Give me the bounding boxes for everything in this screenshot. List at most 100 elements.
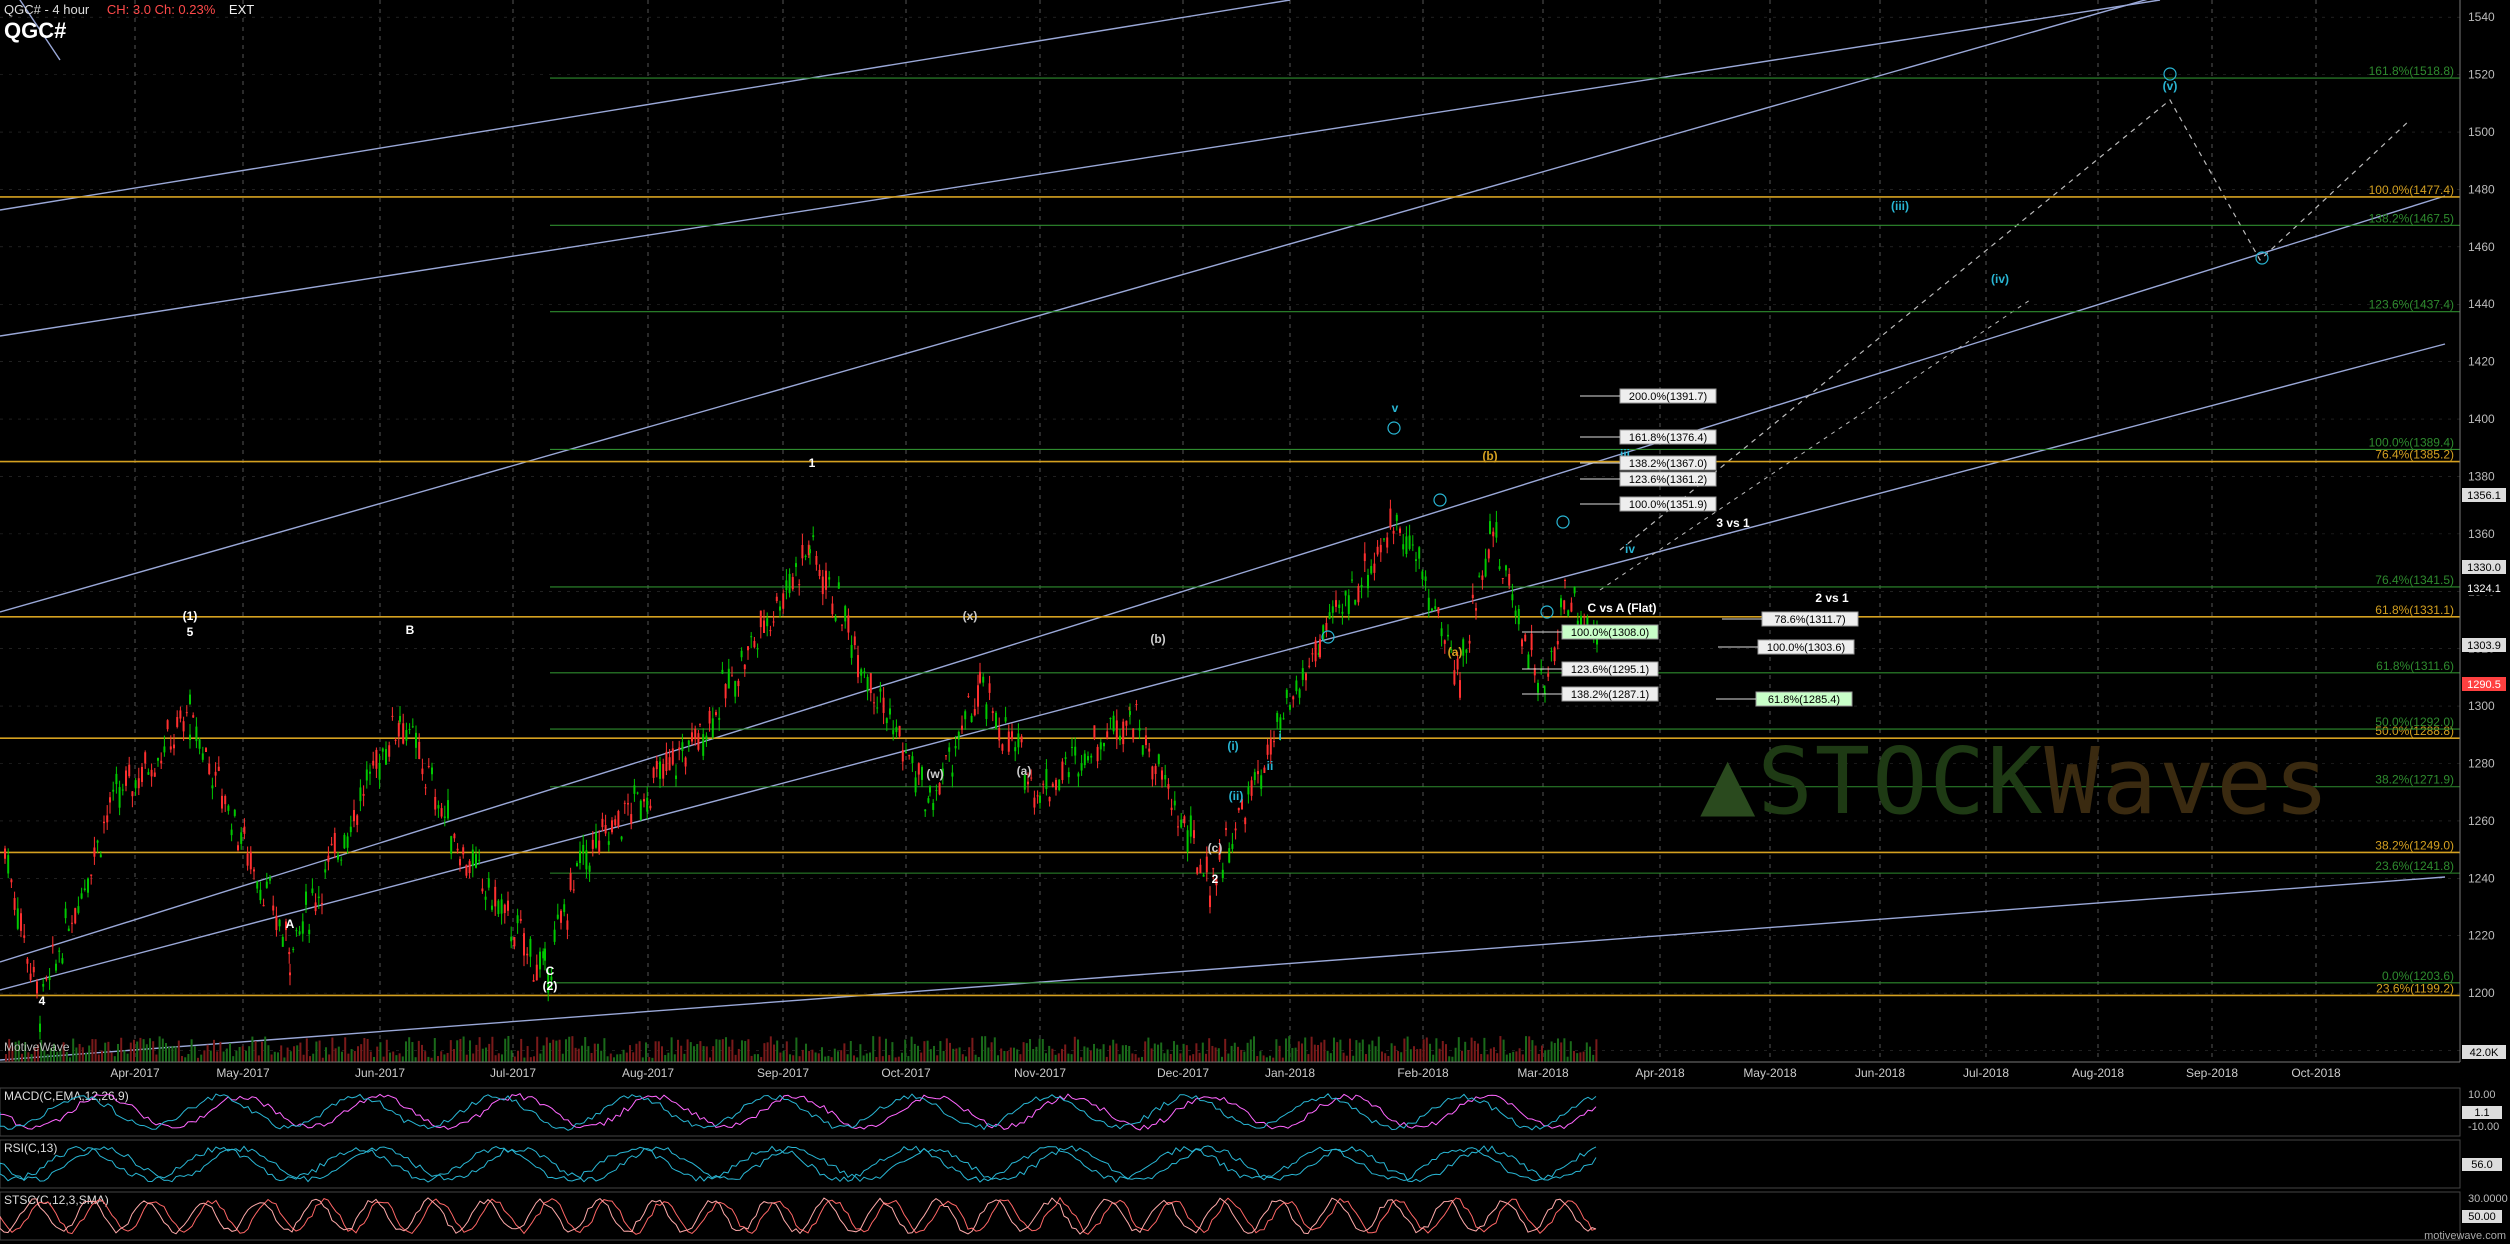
volume-bar [545, 1037, 548, 1062]
candle-body [598, 840, 601, 853]
volume-bar [1422, 1039, 1425, 1062]
volume-bar [939, 1041, 942, 1062]
candle-body [544, 948, 546, 961]
candle-body [526, 953, 529, 956]
volume-bar [289, 1051, 292, 1062]
volume-bar [235, 1050, 238, 1062]
candle-body [198, 739, 201, 749]
volume-bar [926, 1040, 929, 1062]
volume-bar [200, 1054, 203, 1062]
candle-body [1125, 720, 1128, 726]
candle-body [898, 725, 901, 737]
volume-bar [1483, 1037, 1486, 1062]
candle-body [668, 757, 671, 771]
wave-label: (b) [1482, 449, 1497, 463]
volume-bar [830, 1057, 833, 1062]
candle-body [1517, 608, 1520, 625]
candle-body [1462, 639, 1465, 656]
volume-bar [1029, 1039, 1031, 1062]
volume-bar [270, 1054, 273, 1062]
price-tick-label: 1520 [2468, 68, 2495, 82]
candle-body [1395, 514, 1398, 521]
volume-bar [97, 1054, 100, 1062]
candle-body [542, 951, 545, 959]
volume-bar [961, 1054, 964, 1062]
volume-bar [750, 1055, 753, 1062]
volume-bar [1589, 1046, 1591, 1062]
volume-bar [1304, 1037, 1307, 1062]
candle-body [1370, 566, 1373, 574]
volume-bar [344, 1037, 347, 1062]
volume-bar [856, 1057, 859, 1062]
volume-bar [145, 1044, 148, 1062]
volume-bar [1445, 1044, 1447, 1062]
volume-bar [1579, 1052, 1582, 1062]
volume-bar [549, 1042, 551, 1062]
candle-body [214, 771, 217, 776]
candle-body [305, 891, 307, 905]
candle-body [1360, 584, 1363, 588]
candle-body [1573, 587, 1576, 594]
fib-target-box: 100.0%(1351.9) [1580, 496, 1717, 512]
candle-body [763, 620, 765, 634]
price-axis[interactable]: 1180120012201240126012801300132013401360… [2459, 0, 2506, 1062]
candle-body [633, 785, 636, 794]
volume-bar [817, 1053, 820, 1062]
wave-label: (iv) [1991, 272, 2009, 286]
volume-bar [683, 1053, 686, 1062]
volume-bar [1038, 1038, 1041, 1062]
candle-body [607, 841, 610, 845]
volume-bar [123, 1050, 126, 1062]
volume-bar [1131, 1053, 1134, 1062]
candle-body [51, 944, 54, 947]
candle-body [189, 734, 191, 741]
volume-bar [1374, 1046, 1377, 1062]
wave-label: (a) [1017, 764, 1032, 778]
volume-bar [1198, 1052, 1201, 1062]
candle-body [734, 680, 737, 697]
volume-bar [785, 1041, 788, 1062]
volume-bar [955, 1048, 958, 1062]
candle-body [478, 859, 481, 861]
candle-body [259, 889, 262, 901]
candle-body [394, 739, 397, 741]
volume-bar [846, 1054, 849, 1062]
volume-bar [1185, 1045, 1188, 1062]
volume-bar [897, 1056, 900, 1062]
candle-body [324, 869, 327, 873]
candle-body [876, 707, 879, 709]
volume-bar [904, 1039, 907, 1062]
volume-bar [1553, 1042, 1556, 1062]
candle-body [1036, 795, 1039, 797]
volume-bar [1435, 1038, 1438, 1062]
volume-bar [462, 1036, 465, 1062]
candle-body [1177, 826, 1179, 828]
channel-line-0 [0, 0, 1291, 211]
volume-bar [1179, 1053, 1182, 1062]
candle-body [253, 869, 255, 872]
volume-bar [552, 1039, 555, 1062]
motivewave-label: MotiveWave [4, 1040, 70, 1054]
volume-bar [1310, 1036, 1313, 1062]
candle-body [298, 931, 301, 935]
time-tick-label: Apr-2018 [1635, 1066, 1685, 1080]
candle-body [1225, 828, 1227, 831]
volume-bar [878, 1036, 881, 1062]
volume-bar [1262, 1055, 1265, 1062]
volume-bar [325, 1047, 327, 1062]
time-axis[interactable]: Apr-2017 May-2017 Jun-2017 Jul-2017 Aug-2017… [0, 1061, 2460, 1080]
candle-body [850, 645, 853, 658]
candle-body [795, 563, 797, 567]
candle-body [1058, 779, 1061, 791]
candle-body [434, 796, 437, 810]
volume-bar [632, 1052, 635, 1062]
time-tick-label: Oct-2018 [2291, 1066, 2341, 1080]
fib-target-box: 161.8%(1376.4) [1580, 429, 1717, 445]
candle-body [340, 859, 343, 861]
volume-bar [827, 1055, 830, 1062]
candle-body [579, 850, 581, 864]
wave-label: 2 [1212, 872, 1219, 886]
candle-body [516, 915, 519, 924]
volume-bar [465, 1054, 468, 1062]
candle-body [828, 577, 831, 580]
